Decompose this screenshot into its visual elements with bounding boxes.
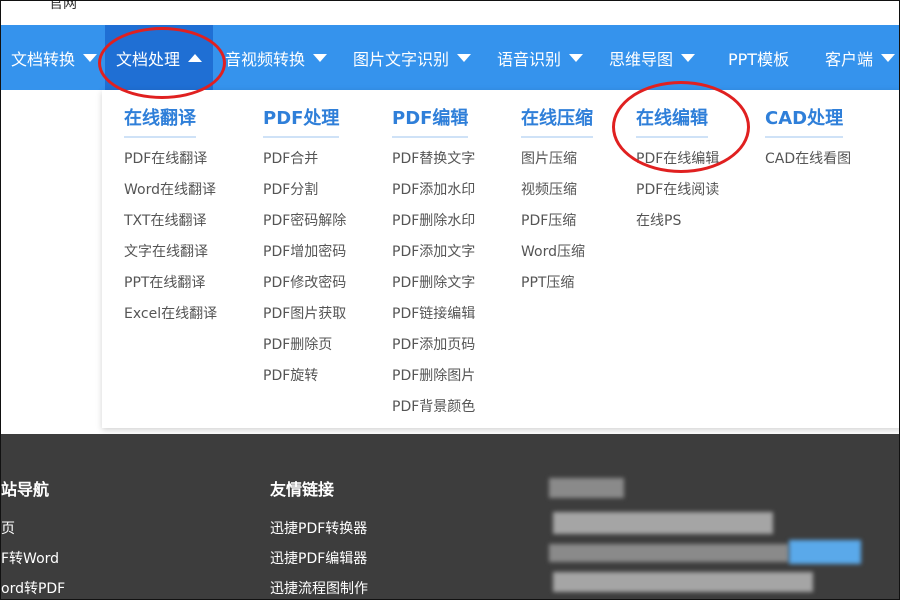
chevron-down-icon [681, 53, 696, 62]
nav-item-client[interactable]: 客户端 [825, 25, 896, 90]
menu-column-list: PDF在线翻译 Word在线翻译 TXT在线翻译 文字在线翻译 PPT在线翻译 … [124, 144, 217, 330]
menu-link[interactable]: PDF分割 [263, 175, 346, 206]
menu-column-title: 在线编辑 [636, 104, 708, 138]
menu-link[interactable]: PPT在线翻译 [124, 268, 217, 299]
menu-link[interactable]: PDF删除图片 [392, 361, 475, 392]
footer-site-nav: 站导航 页 F转Word ord转PDF [1, 476, 65, 599]
menu-link[interactable]: PDF在线翻译 [124, 144, 217, 175]
menu-link[interactable]: 在线PS [636, 206, 719, 237]
nav-label: 图片文字识别 [353, 49, 450, 69]
browser-viewport: 官网 文档转换 文档处理 音视频转换 图片文字识别 语音识别 思维导图 PPT模… [0, 0, 900, 600]
nav-label: 思维导图 [609, 49, 674, 69]
menu-column-list: PDF合并 PDF分割 PDF密码解除 PDF增加密码 PDF修改密码 PDF图… [263, 144, 346, 392]
site-footer: 站导航 页 F转Word ord转PDF 友情链接 迅捷PDF转换器 迅捷PDF… [1, 434, 899, 599]
nav-item-speech[interactable]: 语音识别 [497, 25, 584, 90]
footer-link[interactable]: 迅捷流程图制作 [270, 574, 368, 599]
menu-column-compress: 在线压缩 图片压缩 视频压缩 PDF压缩 Word压缩 PPT压缩 [521, 104, 593, 299]
menu-column-translate: 在线翻译 PDF在线翻译 Word在线翻译 TXT在线翻译 文字在线翻译 PPT… [124, 104, 217, 330]
nav-item-ocr[interactable]: 图片文字识别 [353, 25, 472, 90]
nav-label: 文档转换 [10, 49, 75, 69]
doc-process-dropdown: 在线翻译 PDF在线翻译 Word在线翻译 TXT在线翻译 文字在线翻译 PPT… [102, 90, 899, 428]
chevron-down-icon [569, 53, 584, 62]
menu-link[interactable]: TXT在线翻译 [124, 206, 217, 237]
menu-column-list: PDF替换文字 PDF添加水印 PDF删除水印 PDF添加文字 PDF删除文字 … [392, 144, 475, 423]
menu-link[interactable]: PDF压缩 [521, 206, 593, 237]
menu-column-title: CAD处理 [765, 104, 844, 138]
chevron-down-icon [881, 53, 896, 62]
menu-link[interactable]: 图片压缩 [521, 144, 593, 175]
menu-column-title: PDF处理 [263, 104, 340, 138]
menu-link[interactable]: PDF图片获取 [263, 299, 346, 330]
menu-link[interactable]: Word在线翻译 [124, 175, 217, 206]
menu-link[interactable]: PDF添加页码 [392, 330, 475, 361]
menu-link[interactable]: PDF添加文字 [392, 237, 475, 268]
chevron-down-icon [457, 53, 472, 62]
menu-link[interactable]: PDF删除水印 [392, 206, 475, 237]
menu-link[interactable]: PDF增加密码 [263, 237, 346, 268]
menu-column-pdf-process: PDF处理 PDF合并 PDF分割 PDF密码解除 PDF增加密码 PDF修改密… [263, 104, 346, 392]
footer-link[interactable]: 页 [1, 514, 65, 544]
footer-link-list: 页 F转Word ord转PDF [1, 514, 65, 599]
menu-link[interactable]: PDF修改密码 [263, 268, 346, 299]
footer-link[interactable]: F转Word [1, 544, 65, 574]
nav-item-av-convert[interactable]: 音视频转换 [225, 25, 328, 90]
menu-column-title: 在线压缩 [521, 104, 593, 138]
top-cut-text: 官网 [49, 0, 77, 12]
footer-link[interactable]: 迅捷PDF编辑器 [270, 544, 368, 574]
menu-link[interactable]: PDF替换文字 [392, 144, 475, 175]
menu-column-title: 在线翻译 [124, 104, 196, 138]
nav-label: 文档处理 [115, 49, 180, 69]
menu-link[interactable]: Word压缩 [521, 237, 593, 268]
nav-label: PPT模板 [728, 49, 790, 69]
nav-label: 音视频转换 [225, 49, 306, 69]
nav-item-mindmap[interactable]: 思维导图 [609, 25, 696, 90]
menu-link[interactable]: PPT压缩 [521, 268, 593, 299]
footer-link[interactable]: ord转PDF [1, 574, 65, 599]
nav-label: 客户端 [825, 49, 874, 69]
menu-link[interactable]: PDF背景颜色 [392, 392, 475, 423]
menu-link[interactable]: PDF删除文字 [392, 268, 475, 299]
main-nav-bar: 文档转换 文档处理 音视频转换 图片文字识别 语音识别 思维导图 PPT模板 客… [1, 25, 899, 90]
menu-column-pdf-edit: PDF编辑 PDF替换文字 PDF添加水印 PDF删除水印 PDF添加文字 PD… [392, 104, 475, 423]
footer-section-title: 站导航 [1, 480, 50, 499]
top-strip: 官网 [1, 0, 899, 25]
footer-section-title: 友情链接 [270, 480, 335, 499]
menu-link[interactable]: PDF在线编辑 [636, 144, 719, 175]
menu-column-title: PDF编辑 [392, 104, 469, 138]
menu-link[interactable]: PDF在线阅读 [636, 175, 719, 206]
menu-column-list: PDF在线编辑 PDF在线阅读 在线PS [636, 144, 719, 237]
chevron-down-icon [313, 53, 328, 62]
menu-link[interactable]: 文字在线翻译 [124, 237, 217, 268]
chevron-up-icon [188, 53, 202, 62]
chevron-down-icon [83, 53, 97, 62]
nav-item-doc-process[interactable]: 文档处理 [105, 25, 213, 90]
menu-column-list: 图片压缩 视频压缩 PDF压缩 Word压缩 PPT压缩 [521, 144, 593, 299]
menu-column-cad: CAD处理 CAD在线看图 [765, 104, 851, 175]
menu-link[interactable]: PDF删除页 [263, 330, 346, 361]
menu-link[interactable]: PDF合并 [263, 144, 346, 175]
menu-link[interactable]: Excel在线翻译 [124, 299, 217, 330]
menu-link[interactable]: PDF密码解除 [263, 206, 346, 237]
menu-column-online-edit: 在线编辑 PDF在线编辑 PDF在线阅读 在线PS [636, 104, 719, 237]
menu-link[interactable]: CAD在线看图 [765, 144, 851, 175]
nav-label: 语音识别 [497, 49, 562, 69]
menu-link[interactable]: PDF旋转 [263, 361, 346, 392]
footer-link-list: 迅捷PDF转换器 迅捷PDF编辑器 迅捷流程图制作 [270, 514, 368, 599]
menu-link[interactable]: 视频压缩 [521, 175, 593, 206]
footer-friend-links: 友情链接 迅捷PDF转换器 迅捷PDF编辑器 迅捷流程图制作 [270, 476, 368, 599]
footer-link[interactable]: 迅捷PDF转换器 [270, 514, 368, 544]
nav-item-doc-convert[interactable]: 文档转换 [1, 25, 101, 90]
menu-link[interactable]: PDF链接编辑 [392, 299, 475, 330]
nav-item-ppt-template[interactable]: PPT模板 [728, 25, 789, 90]
menu-column-list: CAD在线看图 [765, 144, 851, 175]
menu-link[interactable]: PDF添加水印 [392, 175, 475, 206]
